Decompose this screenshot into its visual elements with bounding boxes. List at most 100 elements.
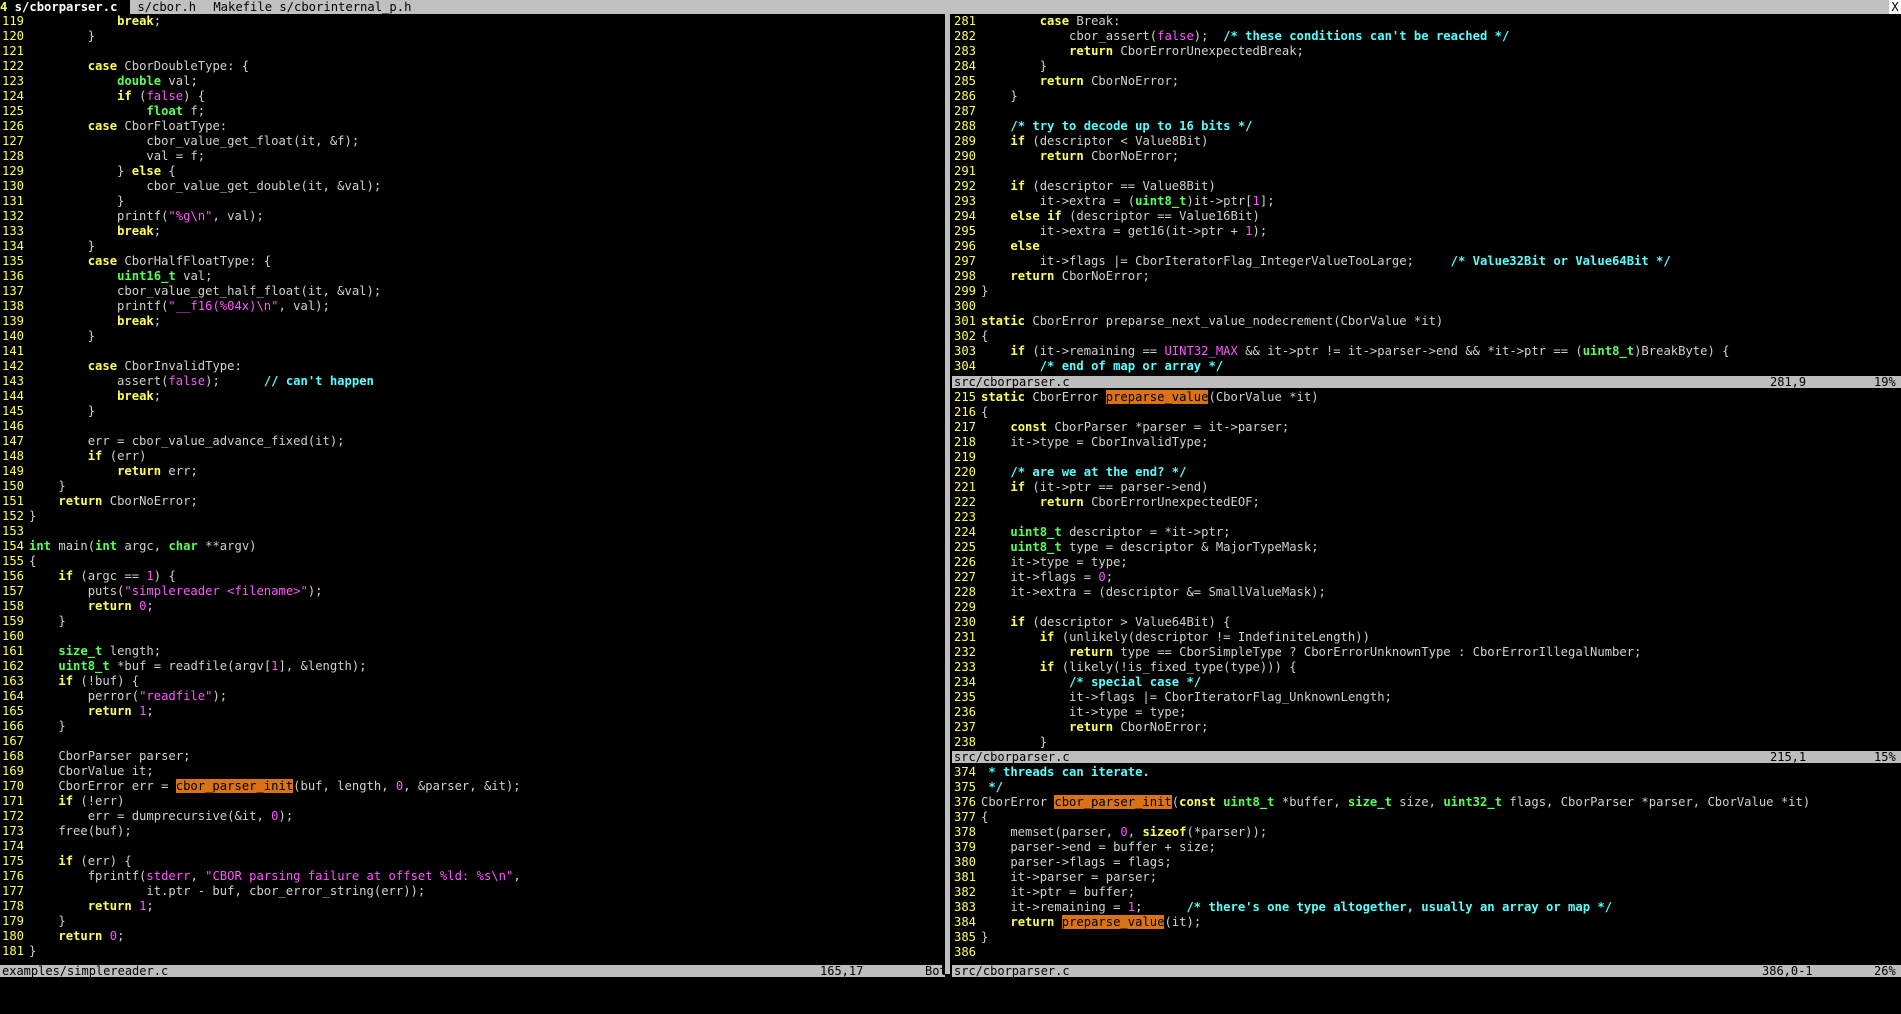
code-line[interactable]: 377 { <box>952 810 1901 825</box>
code-line[interactable]: 136 uint16_t val; <box>0 269 942 284</box>
code-line[interactable]: 281 case Break: <box>952 14 1901 29</box>
code-line[interactable]: 220 /* are we at the end? */ <box>952 465 1901 480</box>
code-line[interactable]: 161 size_t length; <box>0 644 942 659</box>
code-line[interactable]: 289 if (descriptor < Value8Bit) <box>952 134 1901 149</box>
code-line[interactable]: 138 printf("__f16(%04x)\n", val); <box>0 299 942 314</box>
code-line[interactable]: 237 return CborNoError; <box>952 720 1901 735</box>
code-line[interactable]: 283 return CborErrorUnexpectedBreak; <box>952 44 1901 59</box>
editor-pane-right-top[interactable]: 281 case Break: 282 cbor_assert(false); /… <box>952 14 1901 375</box>
code-line[interactable]: 216 { <box>952 405 1901 420</box>
code-line[interactable]: 122 case CborDoubleType: { <box>0 59 942 74</box>
code-line[interactable]: 226 it->type = type; <box>952 555 1901 570</box>
editor-pane-right-bottom[interactable]: 374 * threads can iterate. 375 */376 CborE… <box>952 765 1901 964</box>
code-line[interactable]: 303 if (it->remaining == UINT32_MAX && i… <box>952 344 1901 359</box>
code-line[interactable]: 125 float f; <box>0 104 942 119</box>
code-line[interactable]: 233 if (likely(!is_fixed_type(type))) { <box>952 660 1901 675</box>
code-line[interactable]: 386 <box>952 945 1901 960</box>
close-tab-button[interactable]: X <box>1889 0 1901 14</box>
code-line[interactable]: 294 else if (descriptor == Value16Bit) <box>952 209 1901 224</box>
code-line[interactable]: 179 } <box>0 914 942 929</box>
code-line[interactable]: 156 if (argc == 1) { <box>0 569 942 584</box>
code-line[interactable]: 175 if (err) { <box>0 854 942 869</box>
code-line[interactable]: 229 <box>952 600 1901 615</box>
code-line[interactable]: 292 if (descriptor == Value8Bit) <box>952 179 1901 194</box>
code-line[interactable]: 134 } <box>0 239 942 254</box>
code-line[interactable]: 149 return err; <box>0 464 942 479</box>
code-line[interactable]: 145 } <box>0 404 942 419</box>
code-line[interactable]: 295 it->extra = get16(it->ptr + 1); <box>952 224 1901 239</box>
code-line[interactable]: 300 <box>952 299 1901 314</box>
tab-cborinternal[interactable]: s/cborinternal_p.h <box>272 0 419 14</box>
code-line[interactable]: 379 parser->end = buffer + size; <box>952 840 1901 855</box>
code-line[interactable]: 133 break; <box>0 224 942 239</box>
code-line[interactable]: 385} <box>952 930 1901 945</box>
code-line[interactable]: 304 /* end of map or array */ <box>952 359 1901 374</box>
code-line[interactable]: 150 } <box>0 479 942 494</box>
code-line[interactable]: 157 puts("simplereader <filename>"); <box>0 584 942 599</box>
code-line[interactable]: 143 assert(false); // can't happen <box>0 374 942 389</box>
code-line[interactable]: 286 } <box>952 89 1901 104</box>
code-line[interactable]: 299} <box>952 284 1901 299</box>
code-line[interactable]: 148 if (err) <box>0 449 942 464</box>
code-line[interactable]: 166 } <box>0 719 942 734</box>
code-line[interactable]: 297 it->flags |= CborIteratorFlag_Intege… <box>952 254 1901 269</box>
code-line[interactable]: 142 case CborInvalidType: <box>0 359 942 374</box>
code-line[interactable]: 144 break; <box>0 389 942 404</box>
code-line[interactable]: 165 return 1; <box>0 704 942 719</box>
code-line[interactable]: 232 return type == CborSimpleType ? Cbor… <box>952 645 1901 660</box>
code-line[interactable]: 222 return CborErrorUnexpectedEOF; <box>952 495 1901 510</box>
code-line[interactable]: 123 double val; <box>0 74 942 89</box>
code-line[interactable]: 225 uint8_t type = descriptor & MajorTyp… <box>952 540 1901 555</box>
code-line[interactable]: 164 perror("readfile"); <box>0 689 942 704</box>
code-line[interactable]: 141 <box>0 344 942 359</box>
code-line[interactable]: 119 break; <box>0 14 942 29</box>
code-line[interactable]: 160 <box>0 629 942 644</box>
code-line[interactable]: 152} <box>0 509 942 524</box>
code-line[interactable]: 130 cbor_value_get_double(it, &val); <box>0 179 942 194</box>
code-line[interactable]: 235 it->flags |= CborIteratorFlag_Unknow… <box>952 690 1901 705</box>
code-line[interactable]: 120 } <box>0 29 942 44</box>
code-line[interactable]: 284 } <box>952 59 1901 74</box>
code-line[interactable]: 167 <box>0 734 942 749</box>
code-line[interactable]: 139 break; <box>0 314 942 329</box>
code-line[interactable]: 128 val = f; <box>0 149 942 164</box>
code-line[interactable]: 383 it->remaining = 1; /* there's one ty… <box>952 900 1901 915</box>
code-line[interactable]: 174 <box>0 839 942 854</box>
code-line[interactable]: 180 return 0; <box>0 929 942 944</box>
code-line[interactable]: 218 it->type = CborInvalidType; <box>952 435 1901 450</box>
code-line[interactable]: 238 } <box>952 735 1901 750</box>
code-line[interactable]: 374 * threads can iterate. <box>952 765 1901 780</box>
code-line[interactable]: 384 return preparse_value(it); <box>952 915 1901 930</box>
code-line[interactable]: 230 if (descriptor > Value64Bit) { <box>952 615 1901 630</box>
code-line[interactable]: 126 case CborFloatType: <box>0 119 942 134</box>
code-line[interactable]: 224 uint8_t descriptor = *it->ptr; <box>952 525 1901 540</box>
code-line[interactable]: 219 <box>952 450 1901 465</box>
code-line[interactable]: 181} <box>0 944 942 959</box>
code-line[interactable]: 382 it->ptr = buffer; <box>952 885 1901 900</box>
code-line[interactable]: 173 free(buf); <box>0 824 942 839</box>
code-line[interactable]: 155 { <box>0 554 942 569</box>
code-line[interactable]: 228 it->extra = (descriptor &= SmallValu… <box>952 585 1901 600</box>
code-line[interactable]: 132 printf("%g\n", val); <box>0 209 942 224</box>
code-line[interactable]: 168 CborParser parser; <box>0 749 942 764</box>
code-line[interactable]: 291 <box>952 164 1901 179</box>
code-line[interactable]: 378 memset(parser, 0, sizeof(*parser)); <box>952 825 1901 840</box>
code-line[interactable]: 381 it->parser = parser; <box>952 870 1901 885</box>
code-line[interactable]: 296 else <box>952 239 1901 254</box>
code-line[interactable]: 301 static CborError preparse_next_value_… <box>952 314 1901 329</box>
code-line[interactable]: 177 it.ptr - buf, cbor_error_string(err)… <box>0 884 942 899</box>
code-line[interactable]: 140 } <box>0 329 942 344</box>
code-line[interactable]: 231 if (unlikely(descriptor != Indefinit… <box>952 630 1901 645</box>
vertical-split-bar[interactable] <box>945 14 950 974</box>
code-line[interactable]: 234 /* special case */ <box>952 675 1901 690</box>
code-line[interactable]: 293 it->extra = (uint8_t)it->ptr[1]; <box>952 194 1901 209</box>
tab-cbor-h[interactable]: s/cbor.h <box>130 0 203 14</box>
code-line[interactable]: 163 if (!buf) { <box>0 674 942 689</box>
code-line[interactable]: 127 cbor_value_get_float(it, &f); <box>0 134 942 149</box>
code-line[interactable]: 158 return 0; <box>0 599 942 614</box>
code-line[interactable]: 287 <box>952 104 1901 119</box>
code-line[interactable]: 162 uint8_t *buf = readfile(argv[1], &le… <box>0 659 942 674</box>
code-line[interactable]: 290 return CborNoError; <box>952 149 1901 164</box>
code-line[interactable]: 380 parser->flags = flags; <box>952 855 1901 870</box>
code-line[interactable]: 376 CborError cbor_parser_init(const uint… <box>952 795 1901 810</box>
